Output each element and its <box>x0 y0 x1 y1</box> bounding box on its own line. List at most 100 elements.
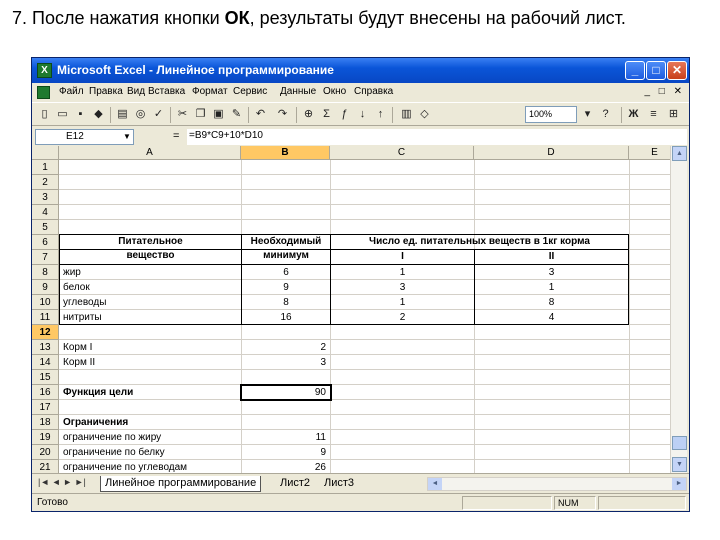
sheet-tab-2[interactable]: Лист2 <box>280 476 310 492</box>
nutrient-feed-2[interactable]: 1 <box>475 280 628 295</box>
paste-icon[interactable]: ▣ <box>210 106 227 123</box>
nutrient-feed-1[interactable]: 2 <box>331 310 474 325</box>
constraint-value[interactable]: 11 <box>242 430 330 445</box>
nutrient-feed-1[interactable]: 1 <box>331 265 474 280</box>
column-header-c[interactable]: C <box>330 146 474 160</box>
help-icon[interactable]: ? <box>597 106 614 123</box>
cut-icon[interactable]: ✂ <box>174 106 191 123</box>
nutrient-name[interactable]: углеводы <box>60 295 241 310</box>
title-bar[interactable]: X Microsoft Excel - Линейное программиро… <box>32 58 689 83</box>
worksheet-grid[interactable]: A B C D E 1 2 3 4 5 6 7 8 9 10 11 12 13 14 15 16 17 18 19 2… <box>32 146 670 473</box>
menu-data[interactable]: Данные <box>280 86 316 97</box>
vertical-scrollbar[interactable]: ▲ ▼ <box>670 146 687 473</box>
minimize-button[interactable]: _ <box>625 61 645 80</box>
row-header[interactable]: 5 <box>32 220 59 235</box>
permission-icon[interactable]: ◆ <box>90 106 107 123</box>
row-header[interactable]: 14 <box>32 355 59 370</box>
scroll-down-icon[interactable]: ▼ <box>672 457 687 472</box>
hyperlink-icon[interactable]: ⊕ <box>300 106 317 123</box>
row-header[interactable]: 8 <box>32 265 59 280</box>
row-header[interactable]: 9 <box>32 280 59 295</box>
row-header[interactable]: 17 <box>32 400 59 415</box>
row-header[interactable]: 4 <box>32 205 59 220</box>
select-all-corner[interactable] <box>32 146 59 160</box>
feed-label[interactable]: Корм II <box>60 355 241 370</box>
constraint-label[interactable]: ограничение по жиру <box>60 430 241 445</box>
nutrient-minimum[interactable]: 9 <box>242 280 330 295</box>
nutrient-feed-1[interactable]: 3 <box>331 280 474 295</box>
document-window-buttons[interactable]: _ □ ✕ <box>644 86 685 97</box>
scroll-left-icon[interactable]: ◄ <box>428 478 442 490</box>
feed-amount[interactable]: 2 <box>242 340 330 355</box>
undo-icon[interactable]: ↶ <box>252 106 269 123</box>
constraint-label[interactable]: ограничение по белку <box>60 445 241 460</box>
sheet-tab-active[interactable]: Линейное программирование <box>100 476 262 492</box>
row-header[interactable]: 19 <box>32 430 59 445</box>
workbook-icon[interactable] <box>37 86 50 99</box>
format-painter-icon[interactable]: ✎ <box>228 106 245 123</box>
row-header[interactable]: 1 <box>32 160 59 175</box>
nutrient-name[interactable]: нитриты <box>60 310 241 325</box>
menu-file[interactable]: Файл <box>59 86 84 97</box>
print-icon[interactable]: ▤ <box>114 106 131 123</box>
open-icon[interactable]: ▭ <box>54 106 71 123</box>
column-header-a[interactable]: A <box>59 146 241 160</box>
borders-icon[interactable]: ⊞ <box>665 106 682 123</box>
constraint-value[interactable]: 26 <box>242 460 330 473</box>
copy-icon[interactable]: ❐ <box>192 106 209 123</box>
menu-view[interactable]: Вид <box>127 86 145 97</box>
sheet-tab-3[interactable]: Лист3 <box>324 476 354 492</box>
constraint-value[interactable]: 9 <box>242 445 330 460</box>
column-header-d[interactable]: D <box>474 146 629 160</box>
row-header[interactable]: 2 <box>32 175 59 190</box>
scroll-right-icon[interactable]: ► <box>672 478 686 490</box>
autosum-icon[interactable]: Σ <box>318 106 335 123</box>
row-header[interactable]: 15 <box>32 370 59 385</box>
function-icon[interactable]: ƒ <box>336 106 353 123</box>
nutrient-minimum[interactable]: 16 <box>242 310 330 325</box>
constraint-label[interactable]: ограничение по углеводам <box>60 460 241 473</box>
nutrient-feed-2[interactable]: 3 <box>475 265 628 280</box>
sort-ascending-icon[interactable]: ↓ <box>354 106 371 123</box>
row-header[interactable]: 7 <box>32 250 59 265</box>
chart-wizard-icon[interactable]: ▥ <box>398 106 415 123</box>
menu-window[interactable]: Окно <box>323 86 346 97</box>
column-header-e[interactable]: E <box>629 146 670 160</box>
scroll-thumb[interactable] <box>672 436 687 450</box>
name-box[interactable]: E12 <box>35 129 134 145</box>
nutrient-minimum[interactable]: 8 <box>242 295 330 310</box>
row-header[interactable]: 16 <box>32 385 59 400</box>
row-header[interactable]: 10 <box>32 295 59 310</box>
row-header[interactable]: 18 <box>32 415 59 430</box>
spelling-icon[interactable]: ✓ <box>150 106 167 123</box>
horizontal-scrollbar[interactable]: ◄ ► <box>427 477 687 491</box>
menu-tools[interactable]: Сервис <box>233 86 267 97</box>
maximize-button[interactable]: □ <box>646 61 666 80</box>
menu-insert[interactable]: Вставка <box>148 86 185 97</box>
row-header[interactable]: 21 <box>32 460 59 473</box>
nutrient-name[interactable]: жир <box>60 265 241 280</box>
nutrient-feed-1[interactable]: 1 <box>331 295 474 310</box>
nutrient-feed-2[interactable]: 8 <box>475 295 628 310</box>
nutrient-name[interactable]: белок <box>60 280 241 295</box>
redo-icon[interactable]: ↷ <box>274 106 291 123</box>
drawing-icon[interactable]: ◇ <box>416 106 433 123</box>
nutrient-feed-2[interactable]: 4 <box>475 310 628 325</box>
close-button[interactable]: ✕ <box>667 61 687 80</box>
menu-format[interactable]: Формат <box>192 86 228 97</box>
sheet-nav-icons[interactable]: |◄ ◄ ► ►| <box>38 477 86 487</box>
feed-label[interactable]: Корм I <box>60 340 241 355</box>
sort-descending-icon[interactable]: ↑ <box>372 106 389 123</box>
row-header[interactable]: 20 <box>32 445 59 460</box>
row-header[interactable]: 11 <box>32 310 59 325</box>
print-preview-icon[interactable]: ◎ <box>132 106 149 123</box>
menu-help[interactable]: Справка <box>354 86 393 97</box>
menu-edit[interactable]: Правка <box>89 86 123 97</box>
feed-amount[interactable]: 3 <box>242 355 330 370</box>
row-header[interactable]: 6 <box>32 235 59 250</box>
row-header[interactable]: 13 <box>32 340 59 355</box>
objective-label[interactable]: Функция цели <box>60 385 241 400</box>
row-header[interactable]: 3 <box>32 190 59 205</box>
zoom-dropdown-icon[interactable]: ▾ <box>579 106 596 123</box>
zoom-select[interactable]: 100% <box>525 106 577 123</box>
